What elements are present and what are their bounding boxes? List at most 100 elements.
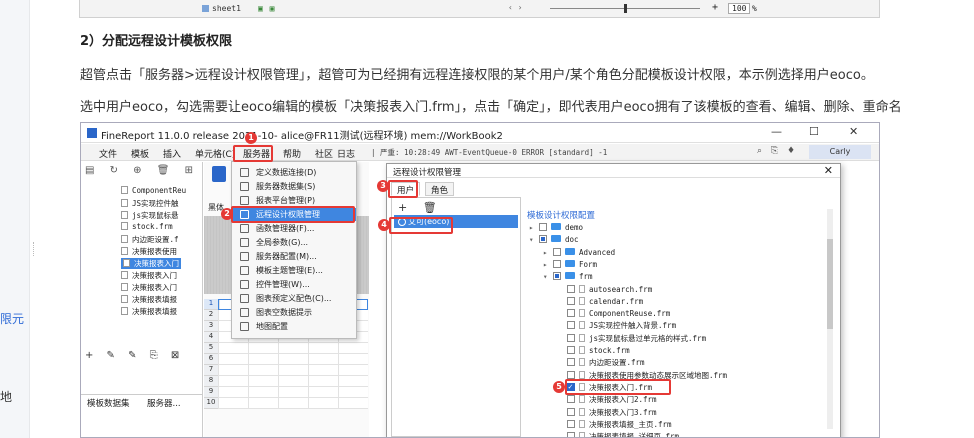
folder-icon — [565, 247, 575, 255]
tree-item: 决策报表填报 — [121, 294, 177, 305]
tree-folder: ▸ Advanced — [543, 247, 616, 257]
callout-box-user — [389, 217, 453, 234]
checkbox — [567, 358, 575, 367]
callout-box-server — [233, 145, 273, 162]
folder-icon — [565, 259, 575, 267]
config-icon — [240, 252, 249, 261]
file-icon — [579, 395, 585, 404]
maximize-icon: ☐ — [809, 125, 819, 138]
menu-item-function-manager: 函数管理器(F)... — [232, 222, 356, 235]
folder-icon — [551, 223, 561, 230]
db-icon — [240, 168, 249, 177]
tree-item: 决策报表使用 — [121, 246, 177, 257]
checkbox — [539, 235, 547, 244]
zoom-value: 100 — [728, 3, 751, 14]
tree-toolbar: ▤ ↻ ⊕ 🗑 ⊞ — [85, 165, 199, 176]
section-heading: 2）分配远程设计模板权限 — [80, 34, 233, 49]
shirt-icon — [240, 266, 249, 275]
left-tabs: 模板数据集 服务器... — [81, 394, 203, 409]
menu-bar: 文件 模板 插入 单元格(C) 服务器 帮助 社区 日志 | 严重: 10:28… — [81, 144, 879, 161]
tree-item: 内边距设置.f — [121, 234, 179, 245]
tree-file: 决策报表填报_主页.frm — [557, 419, 672, 431]
menu-item-server-config: 服务器配置(M)... — [232, 250, 356, 263]
close-icon: ✕ — [849, 125, 859, 138]
menu-item-widget-manager: 控件管理(W)... — [232, 278, 356, 291]
row-header: 5 — [204, 343, 218, 354]
checkbox — [567, 370, 575, 379]
menu-item-map-config: 地图配置 — [232, 320, 356, 333]
user-badge: Carly — [809, 145, 871, 159]
callout-badge-3: 3 — [377, 180, 389, 192]
menu-file: 文件 — [99, 150, 118, 160]
menu-item-empty-data: 图表空数据提示 — [232, 306, 356, 319]
zoom-unit: % — [752, 4, 757, 13]
menu-cell: 单元格(C) — [195, 150, 236, 160]
sidebar-fragment-2[interactable]: 地 — [0, 388, 12, 405]
folder-icon — [565, 272, 575, 280]
row-header: 4 — [204, 332, 218, 343]
toolbar-icons: ⌕ ⎘ ♦ — [757, 146, 799, 156]
file-icon — [579, 407, 585, 416]
dataset-icon — [240, 182, 249, 191]
checkbox — [539, 223, 547, 231]
checkbox — [567, 284, 575, 293]
checkbox — [567, 333, 575, 342]
tree-file: 内边距设置.frm — [557, 357, 645, 369]
dialog-close-icon: ✕ — [823, 164, 833, 177]
user-icon — [240, 196, 249, 205]
tree-item: 决策报表入门 — [121, 270, 177, 281]
callout-box-users-tab — [388, 180, 418, 198]
checkbox — [553, 259, 561, 268]
window-titlebar: FineReport 11.0.0 release 2021-10- alice… — [81, 123, 879, 143]
menu-item-define-connection: 定义数据连接(D) — [232, 166, 356, 179]
scroll-thumb — [827, 239, 833, 329]
permission-dialog: 远程设计权限管理 ✕ 用户 角色 + 🗑 艾可(eoco) 模板设计权限配置 ▸… — [386, 163, 841, 437]
menu-item-global-params: 全局参数(G)... — [232, 236, 356, 249]
row-cells — [218, 343, 368, 354]
window-title: FineReport 11.0.0 release 2021-10- alice… — [101, 131, 503, 142]
menu-insert: 插入 — [163, 150, 182, 160]
tree-folder: ▾ doc — [529, 235, 579, 245]
callout-box-remote — [231, 206, 355, 223]
file-icon — [579, 321, 585, 330]
tree-folder: ▸ Form — [543, 259, 598, 269]
user-list-tools: + 🗑 — [398, 201, 443, 214]
finereport-screenshot: FineReport 11.0.0 release 2021-10- alice… — [80, 122, 880, 438]
tree-item: 决策报表填报 — [121, 306, 177, 317]
checkbox — [567, 407, 575, 416]
row-cells — [218, 387, 368, 398]
tree-file: 决策报表入门2.frm — [557, 394, 657, 406]
resize-handle[interactable] — [33, 242, 35, 256]
callout-badge-4: 4 — [378, 219, 390, 231]
tree-file: autosearch.frm — [557, 284, 652, 296]
tree-item: 决策报表入门 — [121, 282, 177, 293]
tree-file: 决策报表填报_详细页.frm — [557, 431, 679, 437]
file-icon — [579, 296, 585, 305]
menu-item-server-dataset: 服务器数据集(S) — [232, 180, 356, 193]
tree-item: js实现鼠标悬 — [121, 210, 179, 221]
tree-file: 决策报表入门3.frm — [557, 407, 657, 419]
file-icon — [579, 432, 585, 437]
row-header: 6 — [204, 354, 218, 365]
tree-scrollbar — [827, 209, 833, 429]
sheet-tab: sheet1 — [202, 4, 241, 13]
file-icon — [579, 419, 585, 428]
sheet-icons: ▣ ▣ — [258, 4, 276, 13]
server-menu-dropdown: 定义数据连接(D) 服务器数据集(S) 报表平台管理(P) 远程设计权限管理 函… — [231, 161, 357, 339]
report-icon — [212, 166, 226, 182]
map-icon — [240, 322, 249, 331]
checkbox — [567, 321, 575, 330]
checkbox — [567, 346, 575, 354]
file-icon — [579, 309, 585, 318]
tree-item: ComponentReu — [121, 186, 186, 195]
paragraph-1: 超管点击「服务器>远程设计权限管理」，超管可为已经拥有远程连接权限的某个用户/某… — [80, 68, 874, 83]
sidebar-fragment-1[interactable]: 限元 — [0, 310, 24, 327]
checkbox — [567, 296, 575, 305]
tree-file: js实现鼠标悬过单元格的样式.frm — [557, 333, 706, 345]
checkbox — [567, 432, 575, 437]
row-header: 9 — [204, 387, 218, 398]
docs-sidebar: 限元 地 — [0, 0, 30, 438]
minimize-icon: — — [771, 125, 782, 138]
row-cells — [218, 376, 368, 387]
console-message: | 严重: 10:28:49 AWT-EventQueue-0 ERROR [s… — [371, 148, 608, 157]
